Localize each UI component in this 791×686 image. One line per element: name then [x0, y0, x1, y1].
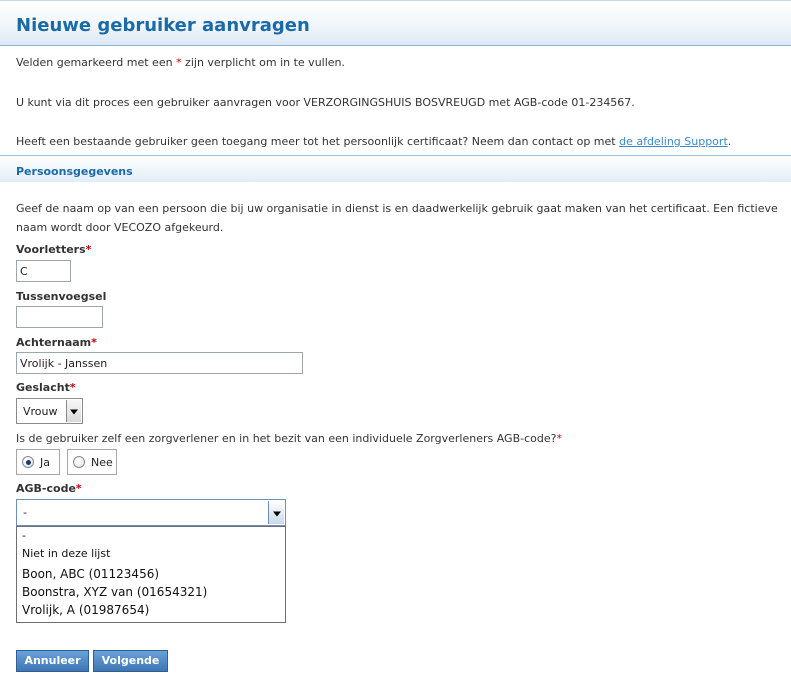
geslacht-select[interactable]: Vrouw: [16, 398, 83, 424]
section-header: Persoonsgegevens: [0, 155, 791, 182]
radio-nee-label: Nee: [91, 456, 113, 469]
dropdown-option[interactable]: -: [22, 529, 26, 542]
section-title: Persoonsgegevens: [16, 165, 133, 178]
support-note-end: .: [727, 135, 732, 148]
radio-ja-label: Ja: [40, 456, 50, 469]
dropdown-option[interactable]: Niet in deze lijst: [22, 547, 110, 560]
required-note-text: Velden gemarkeerd met een: [16, 56, 177, 69]
dropdown-option[interactable]: Vrolijk, A (01987654): [22, 603, 149, 617]
radio-nee[interactable]: Nee: [67, 449, 117, 475]
support-link[interactable]: de afdeling Support: [619, 135, 728, 148]
agb-selected-value: -: [23, 506, 27, 519]
achternaam-input[interactable]: [16, 352, 303, 374]
chevron-down-icon: [70, 409, 78, 415]
process-text: U kunt via dit proces een gebruiker aanv…: [16, 96, 635, 109]
geslacht-selected-value: Vrouw: [23, 405, 58, 418]
dropdown-option[interactable]: Boon, ABC (01123456): [22, 567, 159, 581]
radio-ja-circle[interactable]: [22, 456, 34, 468]
radio-nee-circle[interactable]: [73, 456, 85, 468]
achternaam-label-text: Achternaam: [16, 336, 92, 349]
cancel-button[interactable]: Annuleer: [16, 650, 89, 672]
dropdown-option[interactable]: Boonstra, XYZ van (01654321): [22, 585, 207, 599]
voorletters-label-text: Voorletters: [16, 243, 86, 256]
chevron-down-icon: [272, 511, 281, 516]
required-star: *: [556, 432, 562, 445]
required-star: *: [85, 243, 92, 256]
page-title: Nieuwe gebruiker aanvragen: [16, 15, 310, 36]
section-description: Geef de naam op van een persoon die bij …: [16, 202, 778, 234]
agb-label: AGB-code*: [16, 482, 82, 495]
tussenvoegsel-input[interactable]: [16, 306, 103, 328]
geslacht-dropdown-button[interactable]: [66, 400, 81, 422]
agb-dropdown-list: - Niet in deze lijst Boon, ABC (01123456…: [16, 526, 286, 623]
support-note: Heeft een bestaande gebruiker geen toega…: [16, 135, 776, 148]
required-note: Velden gemarkeerd met een * zijn verplic…: [16, 56, 776, 69]
agb-label-text: AGB-code: [16, 482, 76, 495]
zorgverlener-question-text: Is de gebruiker zelf een zorgverlener en…: [16, 432, 557, 445]
page-header: Nieuwe gebruiker aanvragen: [0, 0, 791, 46]
next-button[interactable]: Volgende: [93, 650, 168, 672]
agb-dropdown-button[interactable]: [268, 501, 284, 524]
voorletters-label: Voorletters*: [16, 243, 91, 256]
achternaam-label: Achternaam*: [16, 336, 97, 349]
geslacht-label-text: Geslacht: [16, 381, 70, 394]
required-star: *: [75, 482, 82, 495]
radio-ja[interactable]: Ja: [16, 449, 60, 475]
zorgverlener-question: Is de gebruiker zelf een zorgverlener en…: [16, 432, 562, 445]
support-note-text: Heeft een bestaande gebruiker geen toega…: [16, 135, 620, 148]
voorletters-input[interactable]: [16, 260, 71, 282]
agb-select[interactable]: -: [16, 499, 286, 526]
geslacht-label: Geslacht*: [16, 381, 76, 394]
required-star: *: [91, 336, 97, 349]
required-star: *: [69, 381, 76, 394]
tussenvoegsel-label-text: Tussenvoegsel: [16, 290, 107, 303]
tussenvoegsel-label: Tussenvoegsel: [16, 290, 106, 303]
required-note-text-end: zijn verplicht om in te vullen.: [181, 56, 346, 69]
